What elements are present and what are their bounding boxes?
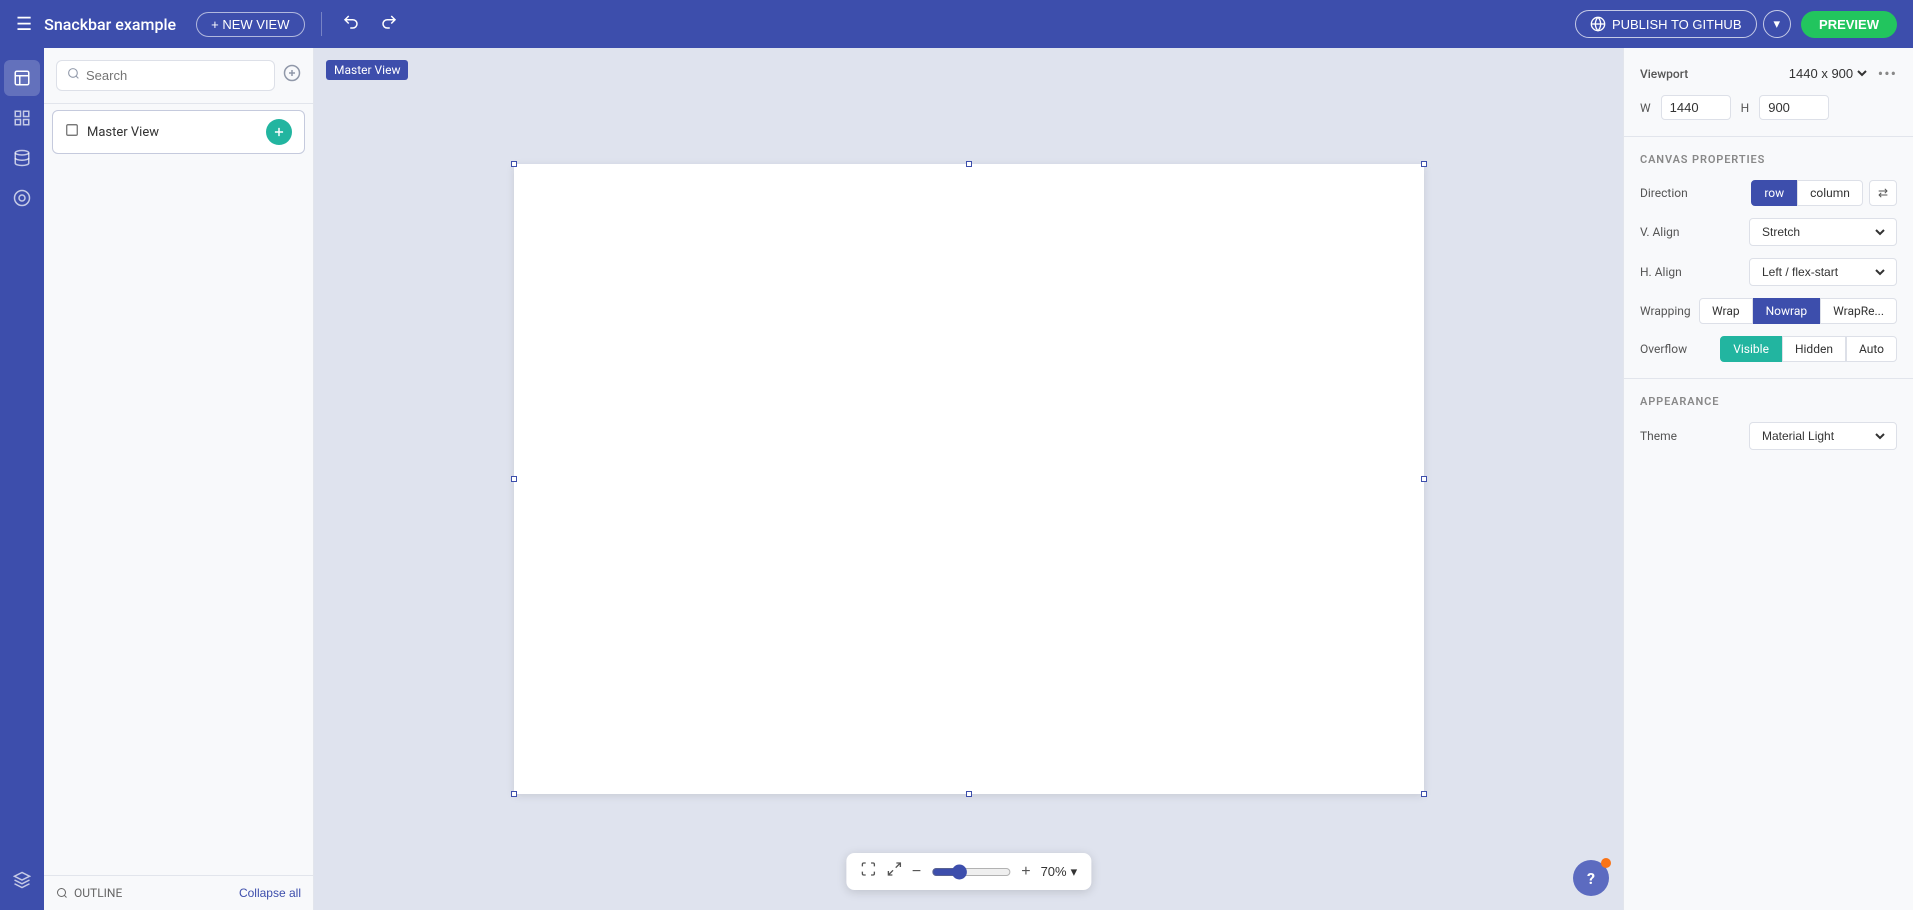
left-sidebar-icons (0, 48, 44, 910)
undo-button[interactable] (338, 9, 364, 40)
tree-item-label: Master View (87, 125, 258, 140)
search-input[interactable] (86, 68, 264, 83)
header-right: PUBLISH TO GITHUB ▾ PREVIEW (1575, 10, 1897, 38)
appearance-title: APPEARANCE (1640, 395, 1897, 408)
resize-handle-mr[interactable] (1421, 476, 1427, 482)
publish-button[interactable]: PUBLISH TO GITHUB (1575, 10, 1757, 38)
theme-dropdown[interactable]: Material Light Material Dark iOS Light (1758, 428, 1888, 444)
master-view-tree-item[interactable]: Master View (52, 110, 305, 154)
preview-button[interactable]: PREVIEW (1801, 11, 1897, 38)
valign-label: V. Align (1640, 225, 1680, 239)
valign-row: V. Align Stretch Top Center Bottom (1640, 218, 1897, 246)
resize-handle-br[interactable] (1421, 791, 1427, 797)
outline-section: OUTLINE Collapse all (44, 875, 313, 910)
theme-select[interactable]: Material Light Material Dark iOS Light (1749, 422, 1897, 450)
height-input[interactable] (1759, 95, 1829, 120)
overflow-visible-button[interactable]: Visible (1720, 336, 1782, 362)
valign-select[interactable]: Stretch Top Center Bottom (1749, 218, 1897, 246)
sidebar-icon-data[interactable] (4, 140, 40, 176)
app-header: ☰ Snackbar example + NEW VIEW PUBLISH TO… (0, 0, 1913, 48)
help-button[interactable]: ? (1573, 860, 1609, 896)
direction-row: Direction row column ⇄ (1640, 180, 1897, 206)
direction-label: Direction (1640, 186, 1688, 200)
divider-2 (1624, 378, 1913, 379)
canvas-label: Master View (326, 60, 408, 80)
right-panel: Viewport 1440 x 900 ••• W H CANVAS PROPE… (1623, 48, 1913, 910)
sidebar-icon-layers[interactable] (4, 60, 40, 96)
wrapping-label: Wrapping (1640, 304, 1691, 318)
new-view-button[interactable]: + NEW VIEW (196, 12, 304, 37)
more-options-icon[interactable]: ••• (1878, 64, 1897, 83)
zoom-out-button[interactable]: − (912, 863, 921, 881)
app-title: Snackbar example (44, 15, 176, 34)
wrap-button[interactable]: Wrap (1699, 298, 1753, 324)
header-divider (321, 12, 322, 36)
search-input-wrapper[interactable] (56, 60, 275, 91)
direction-column-button[interactable]: column (1797, 180, 1863, 206)
publish-arrow-button[interactable]: ▾ (1763, 10, 1792, 38)
valign-dropdown[interactable]: Stretch Top Center Bottom (1758, 224, 1888, 240)
zoom-in-button[interactable]: + (1021, 863, 1030, 881)
resize-handle-tl[interactable] (511, 161, 517, 167)
zoom-fullscreen-button[interactable] (886, 861, 902, 882)
height-label: H (1741, 101, 1750, 115)
resize-handle-tr[interactable] (1421, 161, 1427, 167)
add-layer-button[interactable] (283, 64, 301, 87)
menu-icon[interactable]: ☰ (16, 14, 32, 35)
swap-button[interactable]: ⇄ (1869, 180, 1897, 206)
search-icon (67, 67, 80, 84)
width-label: W (1640, 101, 1651, 115)
viewport-dropdown[interactable]: 1440 x 900 (1785, 65, 1870, 82)
viewport-label: Viewport (1640, 67, 1688, 81)
viewport-select[interactable]: 1440 x 900 (1785, 65, 1870, 82)
resize-handle-tm[interactable] (966, 161, 972, 167)
theme-row: Theme Material Light Material Dark iOS L… (1640, 422, 1897, 450)
wrapping-row: Wrapping Wrap Nowrap WrapRe... (1640, 298, 1897, 324)
resize-handle-ml[interactable] (511, 476, 517, 482)
overflow-auto-button[interactable]: Auto (1846, 336, 1897, 362)
sidebar-icon-stacks[interactable] (4, 862, 40, 898)
help-badge (1601, 858, 1611, 868)
canvas-properties-title: CANVAS PROPERTIES (1640, 153, 1897, 166)
overflow-label: Overflow (1640, 342, 1687, 356)
canvas-frame[interactable] (514, 164, 1424, 794)
viewport-row: Viewport 1440 x 900 ••• (1640, 64, 1897, 83)
zoom-percent-button[interactable]: 70% ▾ (1041, 864, 1078, 880)
theme-label: Theme (1640, 429, 1677, 443)
halign-row: H. Align Left / flex-start Center Right … (1640, 258, 1897, 286)
direction-btn-group: row column (1751, 180, 1863, 206)
wrapre-button[interactable]: WrapRe... (1820, 298, 1897, 324)
search-area (44, 48, 313, 104)
divider-1 (1624, 136, 1913, 137)
zoom-slider-wrapper (931, 864, 1011, 880)
resize-handle-bm[interactable] (966, 791, 972, 797)
tree-item-action-button[interactable] (266, 119, 292, 145)
left-panel: Master View OUTLINE Collapse all (44, 48, 314, 910)
direction-row-button[interactable]: row (1751, 180, 1797, 206)
overflow-hidden-button[interactable]: Hidden (1782, 336, 1846, 362)
tree-item-page-icon (65, 123, 79, 141)
redo-button[interactable] (376, 9, 402, 40)
halign-dropdown[interactable]: Left / flex-start Center Right / flex-en… (1758, 264, 1888, 280)
sidebar-icon-pages[interactable] (4, 100, 40, 136)
collapse-all-button[interactable]: Collapse all (239, 886, 301, 900)
resize-handle-bl[interactable] (511, 791, 517, 797)
outline-label: OUTLINE (56, 886, 122, 900)
zoom-fit-button[interactable] (860, 861, 876, 882)
zoom-toolbar: − + 70% ▾ (846, 853, 1091, 890)
width-input[interactable] (1661, 95, 1731, 120)
main-canvas-area: Master View − + 70% ▾ ? (314, 48, 1623, 910)
sidebar-icon-themes[interactable] (4, 180, 40, 216)
wrapping-btn-group: Wrap Nowrap WrapRe... (1699, 298, 1897, 324)
overflow-row: Overflow Visible Hidden Auto (1640, 336, 1897, 362)
dimension-row: W H (1640, 95, 1897, 120)
nowrap-button[interactable]: Nowrap (1753, 298, 1821, 324)
zoom-slider[interactable] (931, 864, 1011, 880)
halign-select[interactable]: Left / flex-start Center Right / flex-en… (1749, 258, 1897, 286)
halign-label: H. Align (1640, 265, 1682, 279)
overflow-btn-group: Visible Hidden Auto (1720, 336, 1897, 362)
